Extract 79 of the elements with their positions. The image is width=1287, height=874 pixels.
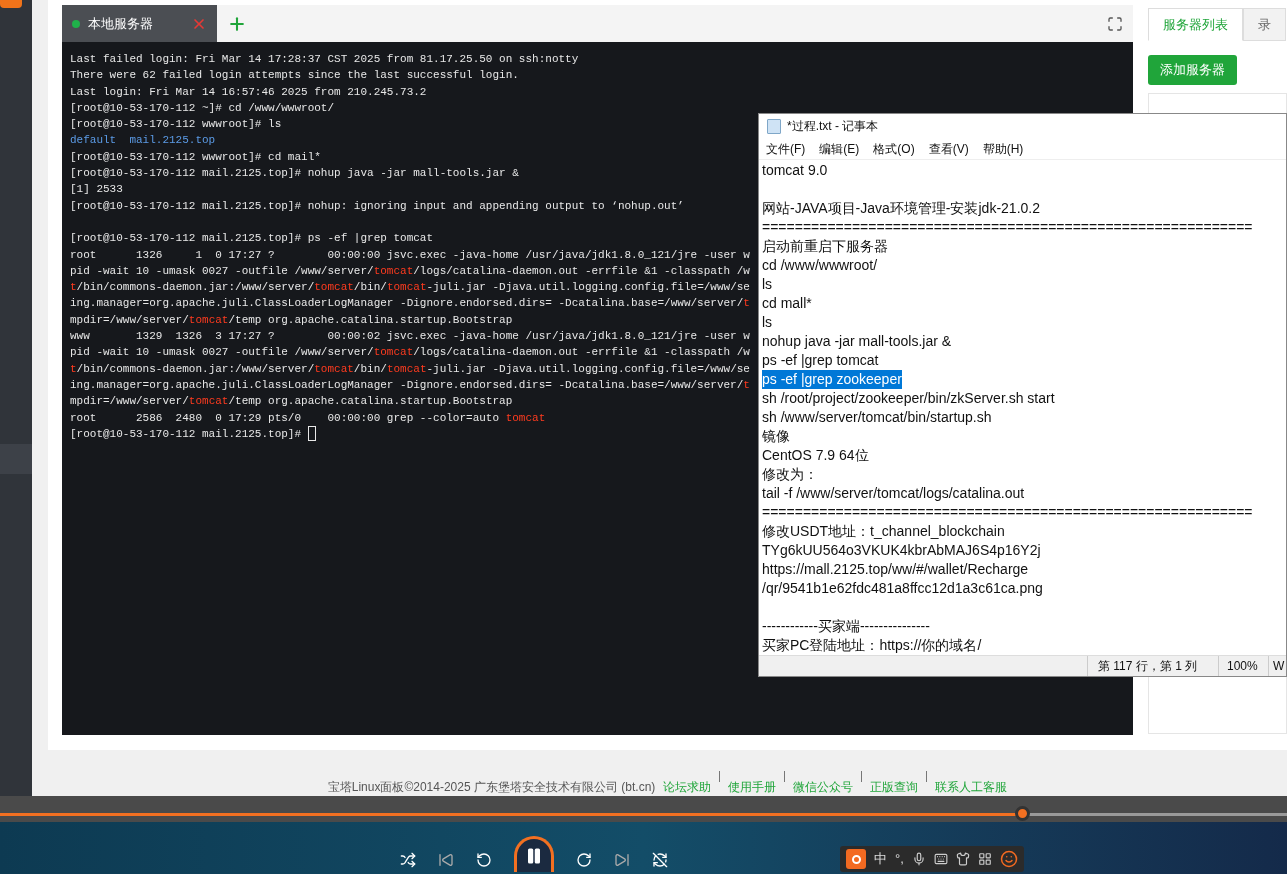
encoding-label: W [1268, 656, 1286, 676]
menu-item[interactable]: 帮助(H) [982, 139, 1024, 158]
terminal-line: Last login: Fri Mar 14 16:57:46 2025 from 210.245.73.2 [70, 84, 427, 100]
avatar-icon[interactable] [999, 850, 1018, 868]
terminal-line: ing.manager=org.apache.juli.ClassLoaderLogManager -Dignore.endorsed.dirs= -Dcatalina.base=/www/server/t [70, 296, 750, 312]
zoom-level: 100% [1218, 656, 1268, 676]
menu-item[interactable]: 编辑(E) [819, 139, 860, 158]
fullscreen-icon[interactable] [1107, 15, 1123, 32]
shuffle-icon[interactable] [399, 852, 416, 868]
text-line: nohup java -jar mall-tools.jar & [762, 332, 952, 351]
terminal-line: root 1326 1 0 17:27 ? 00:00:00 jsvc.exec -java-home /usr/java/jdk1.8.0_121/jre -user w [70, 247, 750, 263]
keyboard-icon[interactable] [933, 852, 948, 866]
text-line: CentOS 7.9 64位 [762, 446, 869, 465]
terminal-line: t/bin/commons-daemon.jar:/www/server/tomcat/bin/tomcat-juli.jar -Djava.util.logging.config.file=/www/se [70, 280, 750, 296]
ime-mode-toggle[interactable]: 中 [874, 849, 887, 869]
text-line: 镜像 [762, 427, 790, 446]
text-cursor [307, 426, 316, 442]
text-line: tomcat 9.0 [762, 161, 828, 180]
notification-badge-icon [0, 0, 22, 8]
terminal-line: [1] 2533 [70, 182, 123, 198]
ime-logo-icon[interactable] [846, 849, 866, 869]
terminal-line: mpdir=/www/server/tomcat/temp org.apache.catalina.startup.Bootstrap [70, 394, 513, 410]
menu-item[interactable]: 格式(O) [873, 139, 915, 158]
text-line: 网站-JAVA项目-Java环境管理-安装jdk-21.0.2 [762, 199, 1040, 218]
terminal-line: t/bin/commons-daemon.jar:/www/server/tomcat/bin/tomcat-juli.jar -Djava.util.logging.config.file=/www/se [70, 361, 750, 377]
terminal-line: There were 62 failed login attempts since the last successful login. [70, 68, 519, 84]
terminal-line: Last failed login: Fri Mar 14 17:28:37 CST 2025 from 81.17.25.50 on ssh:notty [70, 52, 579, 67]
rewind-icon[interactable] [475, 852, 492, 868]
menu-item[interactable]: 查看(V) [928, 139, 969, 158]
play-pause-button[interactable] [513, 836, 554, 872]
panel-tab[interactable]: 录 [1243, 8, 1286, 41]
next-icon[interactable] [613, 852, 630, 868]
text-line: tail -f /www/server/tomcat/logs/catalina.out [762, 484, 1025, 503]
terminal-line: [root@10-53-170-112 mail.2125.top]# ps -ef |grep tomcat [70, 231, 434, 247]
text-line: sh /root/project/zookeeper/bin/zkServer.sh start [762, 389, 1055, 408]
menu-item[interactable]: 文件(F) [766, 139, 806, 158]
terminal-line: [root@10-53-170-112 wwwroot]# ls [70, 117, 282, 133]
text-line: cd /www/wwwroot/ [762, 256, 878, 275]
text-line: TYg6kUU564o3VKUK4kbrAbMAJ6S4p16Y2j [762, 541, 1041, 560]
terminal-line: pid -wait 10 -umask 0027 -outfile /www/server/tomcat/logs/catalina-daemon.out -errfile &1 -classpath /w [70, 345, 750, 361]
previous-icon[interactable] [437, 852, 454, 868]
terminal-line: [root@10-53-170-112 mail.2125.top]# [70, 425, 316, 443]
shirt-icon[interactable] [955, 852, 970, 866]
terminal-line: ing.manager=org.apache.juli.ClassLoaderLogManager -Dignore.endorsed.dirs= -Dcatalina.base=/www/server/t [70, 377, 750, 393]
terminal-line: [root@10-53-170-112 mail.2125.top]# nohup java -jar mall-tools.jar & [70, 166, 519, 182]
text-line: ------------买家端--------------- [762, 617, 930, 636]
text-line: ============================================================ [762, 503, 1253, 522]
text-line: sh /www/server/tomcat/bin/startup.sh [762, 408, 992, 427]
terminal-line: default mail.2125.top [70, 133, 216, 149]
progress-thumb[interactable] [1014, 806, 1030, 821]
text-line: ============================================================ [762, 218, 1253, 237]
text-line: ls [762, 313, 773, 332]
terminal-tab[interactable]: 本地服务器 [62, 5, 217, 42]
grid-icon[interactable] [977, 852, 992, 866]
microphone-icon[interactable] [911, 852, 926, 866]
tab-label: 本地服务器 [88, 14, 154, 33]
text-line: ps -ef |grep tomcat [762, 351, 879, 370]
terminal-line: [root@10-53-170-112 mail.2125.top]# nohup: ignoring input and appending output to ‘nohup.out’ [70, 198, 684, 214]
terminal-line: mpdir=/www/server/tomcat/temp org.apache.catalina.startup.Bootstrap [70, 312, 513, 328]
cursor-position: 第 117 行，第 1 列 [1087, 656, 1218, 676]
text-line: /qr/9541b1e62fdc481a8ffcc12d1a3c61ca.png [762, 579, 1043, 598]
text-line: 买家PC登陆地址：https://你的域名/ [762, 636, 982, 655]
window-title: *过程.txt - 记事本 [787, 118, 879, 135]
copyright-text: 宝塔Linux面板©2014-2025 广东堡塔安全技术有限公司 (bt.cn) [327, 779, 656, 796]
terminal-line: www 1329 1326 3 17:27 ? 00:00:02 jsvc.exec -java-home /usr/java/jdk1.8.0_121/jre -user w [70, 329, 750, 345]
text-line: cd mall* [762, 294, 812, 313]
text-line: ls [762, 275, 773, 294]
text-line: https://mall.2125.top/ww/#/wallet/Recharge [762, 560, 1029, 579]
notepad-icon [767, 118, 781, 134]
terminal-line: [root@10-53-170-112 wwwroot]# cd mail* [70, 149, 321, 165]
text-line: 修改USDT地址：t_channel_blockchain [762, 522, 1005, 541]
ime-punctuation-toggle[interactable]: °, [895, 849, 904, 869]
terminal-line: [root@10-53-170-112 ~]# cd /www/wwwroot/ [70, 100, 335, 116]
text-line: 启动前重启下服务器 [762, 237, 888, 256]
terminal-line: root 2586 2480 0 17:29 pts/0 00:00:00 grep --color=auto tomcat [70, 410, 546, 426]
text-line: 修改为： [762, 465, 818, 484]
terminal-line: pid -wait 10 -umask 0027 -outfile /www/server/tomcat/logs/catalina-daemon.out -errfile &1 -classpath /w [70, 263, 750, 279]
loop-off-icon[interactable] [651, 852, 668, 868]
forward-icon[interactable] [575, 852, 592, 868]
